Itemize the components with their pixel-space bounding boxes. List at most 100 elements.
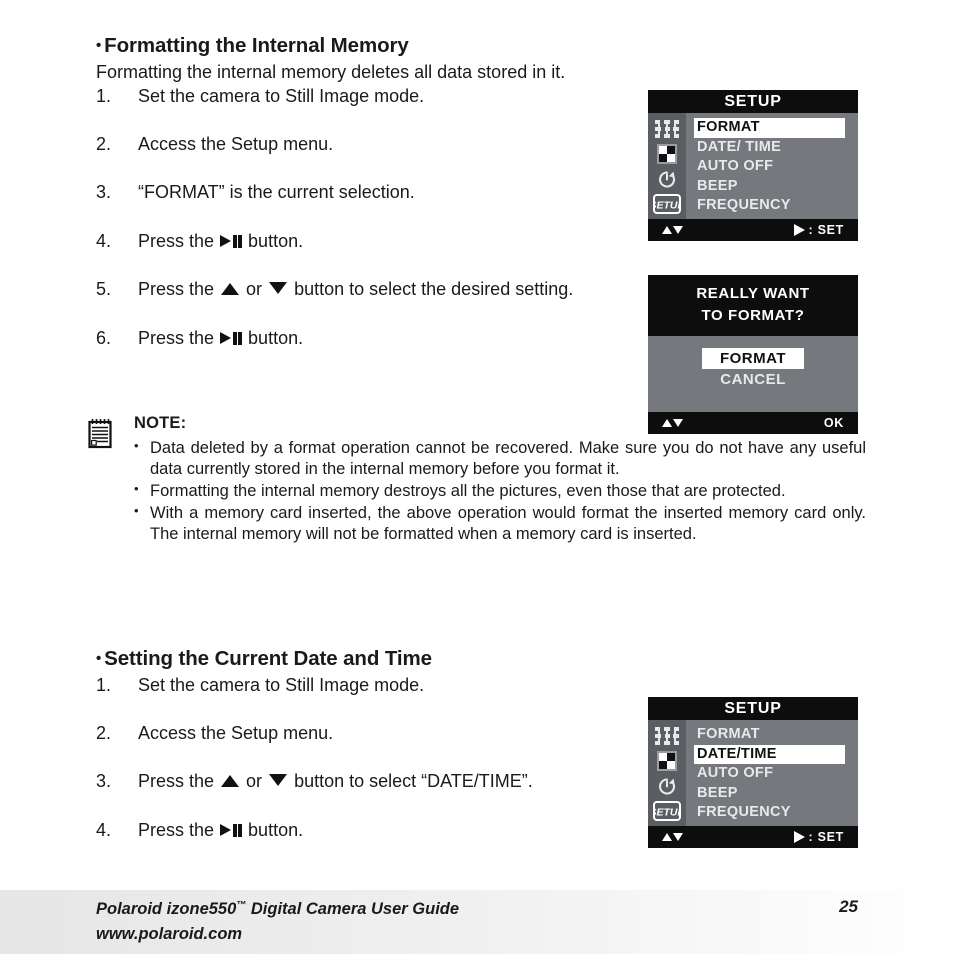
step-number: 4. [96, 819, 112, 840]
menu-item-beep[interactable]: BEEP [694, 177, 858, 197]
section-1-heading: Formatting the Internal Memory [104, 34, 409, 57]
bullet-icon: • [134, 502, 139, 518]
menu-item-auto-off[interactable]: AUTO OFF [694, 764, 858, 784]
step-number: 2. [96, 722, 112, 743]
lcd-body: SETUP FORMAT DATE/ TIME AUTO OFF BEEP FR… [648, 113, 858, 219]
lcd-footer: : SET [648, 219, 858, 241]
heading-bullet-icon: • [96, 650, 102, 667]
lcd-footer-ok-label: OK [823, 415, 844, 430]
step-number: 5. [96, 279, 112, 300]
arrow-down-icon [269, 282, 288, 295]
updown-arrows-icon [662, 226, 683, 234]
step-text: Press the [138, 230, 220, 251]
footer-line-1: Polaroid izone550™ Digital Camera User G… [96, 897, 459, 922]
lcd-screen-setup-format: SETUP ETU FORMAT DATE/ TIME AUTO OFF BEE… [648, 90, 858, 241]
menu-item-format[interactable]: FORMAT [694, 725, 858, 745]
step-text: Access the Setup menu. [138, 133, 334, 154]
section-1-intro: Formatting the internal memory deletes a… [96, 61, 566, 82]
svg-text:SETUP: SETUP [653, 806, 681, 818]
step-text-mid: or [241, 279, 268, 300]
note-text: Data deleted by a format operation canno… [150, 438, 866, 479]
list-item: 1. Set the camera to Still Image mode. [96, 674, 862, 697]
step-number: 6. [96, 327, 112, 348]
manual-page: • Formatting the Internal Memory Formatti… [0, 0, 954, 954]
lcd-footer-set-hint: : SET [793, 223, 844, 237]
menu-item-format[interactable]: FORMAT [694, 118, 845, 138]
step-text: Access the Setup menu. [138, 722, 334, 743]
step-text-post: button to select “DATE/TIME”. [289, 771, 533, 792]
section-2-heading: Setting the Current Date and Time [104, 647, 432, 670]
step-text-post: button to select the desired setting. [289, 279, 574, 300]
section-2-title: • Setting the Current Date and Time [96, 647, 862, 671]
page-title: • Formatting the Internal Memory [96, 34, 862, 58]
lcd-footer-set-hint: : SET [793, 830, 844, 844]
list-item: • Formatting the internal memory destroys… [88, 481, 866, 503]
trademark-icon: ™ [236, 900, 247, 911]
step-text: Press the [138, 327, 220, 348]
step-number: 1. [96, 674, 112, 695]
menu-item-beep[interactable]: BEEP [694, 784, 858, 804]
arrow-up-icon [221, 283, 240, 296]
step-number: 4. [96, 230, 112, 251]
step-number: 1. [96, 85, 112, 106]
footer-product-suffix: Digital Camera User Guide [246, 900, 460, 918]
lcd-title: SETUP [648, 697, 858, 720]
lcd-screen-format-confirm: REALLY WANT TO FORMAT? FORMAT CANCEL OK [648, 275, 858, 434]
footer-brand: Polaroid izone550™ Digital Camera User G… [96, 897, 459, 947]
arrow-right-icon [793, 831, 805, 843]
lcd-title: SETUP [648, 90, 858, 113]
confirm-line-1: REALLY WANT [696, 285, 810, 302]
quality-icon [657, 750, 677, 771]
step-text: Set the camera to Still Image mode. [138, 85, 425, 106]
setup-icon: SETUP [653, 193, 681, 214]
confirm-row-cancel: CANCEL [648, 369, 858, 390]
play-pause-button-icon [220, 823, 243, 837]
step-number: 3. [96, 182, 112, 203]
bullet-icon: • [134, 437, 139, 453]
step-number: 2. [96, 133, 112, 154]
lcd-mode-sidebar: SETUP [648, 720, 686, 826]
heading-bullet-icon: • [96, 37, 102, 54]
note-list: • Data deleted by a format operation cann… [88, 438, 866, 546]
lcd-footer-set-label: : SET [808, 830, 844, 844]
step-text-post: button. [243, 819, 304, 840]
step-text: Press the [138, 819, 220, 840]
step-text-mid: or [241, 771, 268, 792]
note-block: NOTE: • Data deleted by a format operatio… [88, 414, 866, 546]
step-text-post: button. [243, 230, 304, 251]
lcd-footer: : SET [648, 826, 858, 848]
step-number: 3. [96, 771, 112, 792]
note-text: Formatting the internal memory destroys … [150, 482, 786, 501]
self-timer-icon [658, 170, 676, 188]
footer-website: www.polaroid.com [96, 924, 243, 943]
note-text: With a memory card inserted, the above o… [150, 503, 866, 544]
step-text: Press the [138, 771, 220, 792]
svg-text:SETUP: SETUP [653, 199, 681, 211]
menu-item-date-time[interactable]: DATE/ TIME [694, 138, 858, 158]
arrow-right-icon [793, 224, 805, 236]
step-text: Press the [138, 279, 220, 300]
menu-item-date-time[interactable]: DATE/TIME [694, 744, 845, 764]
list-item: • With a memory card inserted, the above … [88, 503, 866, 546]
step-text-post: button. [243, 327, 304, 348]
step-text: “FORMAT” is the current selection. [138, 182, 415, 203]
lcd-body: SETUP FORMAT DATE/TIME AUTO OFF BEEP FRE… [648, 720, 858, 826]
menu-item-frequency[interactable]: FREQUENCY [694, 803, 858, 823]
page-number: 25 [839, 897, 858, 916]
lcd-screen-setup-datetime: SETUP ETU FORMAT DATE/TIME AUTO OFF BEEP… [648, 697, 858, 848]
lcd-menu-list: FORMAT DATE/TIME AUTO OFF BEEP FREQUENCY [686, 720, 858, 826]
confirm-line-2: TO FORMAT? [701, 306, 805, 324]
menu-item-frequency[interactable]: FREQUENCY [694, 196, 858, 216]
lcd-footer-set-label: : SET [808, 223, 844, 237]
resolution-icon [655, 726, 679, 745]
lcd-footer: OK [648, 411, 858, 434]
play-pause-button-icon [220, 234, 243, 248]
menu-item-auto-off[interactable]: AUTO OFF [694, 157, 858, 177]
lcd-menu-list: FORMAT DATE/ TIME AUTO OFF BEEP FREQUENC… [686, 113, 858, 219]
confirm-option-cancel[interactable]: CANCEL [702, 369, 804, 390]
step-text: Set the camera to Still Image mode. [138, 674, 425, 695]
updown-arrows-icon [662, 833, 683, 841]
play-pause-button-icon [220, 331, 243, 345]
confirm-option-format[interactable]: FORMAT [701, 347, 805, 369]
setup-icon: SETUP [653, 800, 681, 821]
